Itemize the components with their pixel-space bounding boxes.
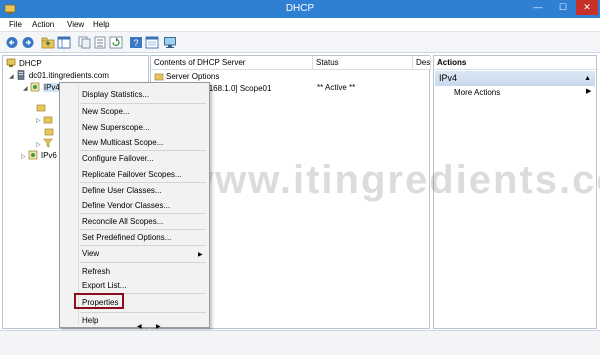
ctx-new-superscope[interactable]: New Superscope... [82, 123, 150, 135]
watermark: www.itingredients.com [182, 158, 600, 202]
menu-separator [80, 103, 206, 104]
list-item-status: ** Active ** [317, 83, 356, 92]
menu-separator [80, 229, 206, 230]
folder-icon [154, 73, 164, 81]
tree-item-ipv6[interactable]: ▷ IPv6 [21, 150, 57, 162]
status-bar [0, 330, 600, 355]
tree-item-server-options[interactable] [36, 102, 49, 114]
menu-separator [80, 213, 206, 214]
ctx-define-vendor-classes[interactable]: Define Vendor Classes... [82, 201, 170, 213]
back-icon[interactable] [5, 36, 19, 49]
expand-arrow-icon[interactable]: ▷ [36, 142, 41, 148]
ctx-replicate-failover-scopes[interactable]: Replicate Failover Scopes... [82, 170, 182, 182]
svg-text:?: ? [133, 38, 138, 48]
ctx-set-predefined-options[interactable]: Set Predefined Options... [82, 233, 171, 245]
menu-file[interactable]: File [9, 20, 22, 29]
tree-label-ipv6: IPv6 [40, 151, 57, 160]
maximize-button[interactable]: ☐ [551, 0, 575, 15]
menu-view[interactable]: View [67, 20, 84, 29]
actions-header: Actions [434, 56, 596, 70]
server-icon [17, 70, 25, 80]
actions-group-ipv4[interactable]: IPv4 ▲ [435, 71, 595, 86]
monitor-icon[interactable] [163, 36, 177, 49]
minimize-button[interactable]: — [526, 0, 550, 15]
menu-help[interactable]: Help [93, 20, 109, 29]
ctx-display-statistics[interactable]: Display Statistics... [82, 90, 149, 102]
help-icon[interactable]: ? [129, 36, 143, 49]
properties-highlight-box [74, 293, 124, 309]
tree-item-filters[interactable]: ▷ [36, 138, 56, 150]
collapse-up-icon[interactable]: ▲ [584, 71, 591, 86]
export-list-icon[interactable] [93, 36, 107, 49]
scroll-left-button[interactable]: ◀ [137, 323, 142, 330]
close-button[interactable]: ✕ [576, 0, 598, 15]
column-header-contents[interactable]: Contents of DHCP Server [151, 56, 313, 70]
menu-separator [80, 312, 206, 313]
up-folder-icon[interactable] [41, 36, 55, 49]
tree-item-dhcp[interactable]: DHCP [6, 58, 42, 70]
tree-item-scope[interactable]: ▷ [36, 114, 56, 126]
ipv6-icon [28, 150, 38, 160]
tree-item-policies[interactable] [44, 126, 57, 138]
forward-icon[interactable] [21, 36, 35, 49]
more-actions-link[interactable]: More Actions [454, 88, 500, 97]
ctx-refresh[interactable]: Refresh [82, 267, 110, 279]
expand-arrow-icon[interactable]: ▷ [36, 118, 41, 124]
menu-separator [80, 262, 206, 263]
ctx-export-list[interactable]: Export List... [82, 281, 126, 293]
ctx-help[interactable]: Help [82, 316, 98, 328]
folder-icon [43, 116, 53, 124]
ctx-reconcile-all-scopes[interactable]: Reconcile All Scopes... [82, 217, 163, 229]
menu-separator [80, 245, 206, 246]
menu-gutter [78, 85, 79, 325]
list-item-name: Server Options [166, 72, 220, 81]
submenu-arrow-icon: ▶ [198, 252, 203, 258]
menu-separator [80, 150, 206, 151]
ctx-new-multicast-scope[interactable]: New Multicast Scope... [82, 138, 163, 150]
menu-bar: File Action View Help [0, 18, 600, 32]
ctx-view[interactable]: View [82, 249, 99, 261]
filter-icon [43, 138, 53, 148]
collapse-arrow-icon[interactable]: ◢ [23, 86, 28, 92]
toolbar: ? [0, 32, 600, 53]
column-header-description[interactable]: Des [413, 56, 431, 70]
folder-icon [44, 128, 54, 136]
dhcp-icon [6, 58, 16, 67]
properties-icon[interactable] [145, 36, 159, 49]
ctx-configure-failover[interactable]: Configure Failover... [82, 154, 154, 166]
show-hide-tree-icon[interactable] [57, 36, 71, 49]
expand-arrow-icon[interactable]: ▷ [21, 154, 26, 160]
ipv4-icon [30, 82, 40, 92]
menu-action[interactable]: Action [32, 20, 54, 29]
column-header-status[interactable]: Status [313, 56, 413, 70]
tree-label-dhcp: DHCP [19, 59, 42, 68]
actions-group-label: IPv4 [439, 73, 458, 83]
tree-item-server[interactable]: ◢ dc01.itingredients.com [9, 70, 109, 82]
ctx-new-scope[interactable]: New Scope... [82, 107, 130, 119]
collapse-arrow-icon[interactable]: ◢ [9, 74, 14, 80]
title-bar: DHCP — ☐ ✕ [0, 0, 600, 18]
copy-icon[interactable] [77, 36, 91, 49]
ctx-define-user-classes[interactable]: Define User Classes... [82, 186, 162, 198]
window-title: DHCP [285, 3, 315, 14]
chevron-right-icon: ▶ [586, 88, 592, 95]
tree-item-ipv4[interactable]: ◢ IPv4 [23, 82, 61, 94]
scroll-right-button[interactable]: ▶ [156, 323, 161, 330]
refresh-icon[interactable] [109, 36, 123, 49]
menu-separator [80, 182, 206, 183]
folder-icon [36, 104, 46, 112]
tree-label-server: dc01.itingredients.com [28, 71, 109, 80]
